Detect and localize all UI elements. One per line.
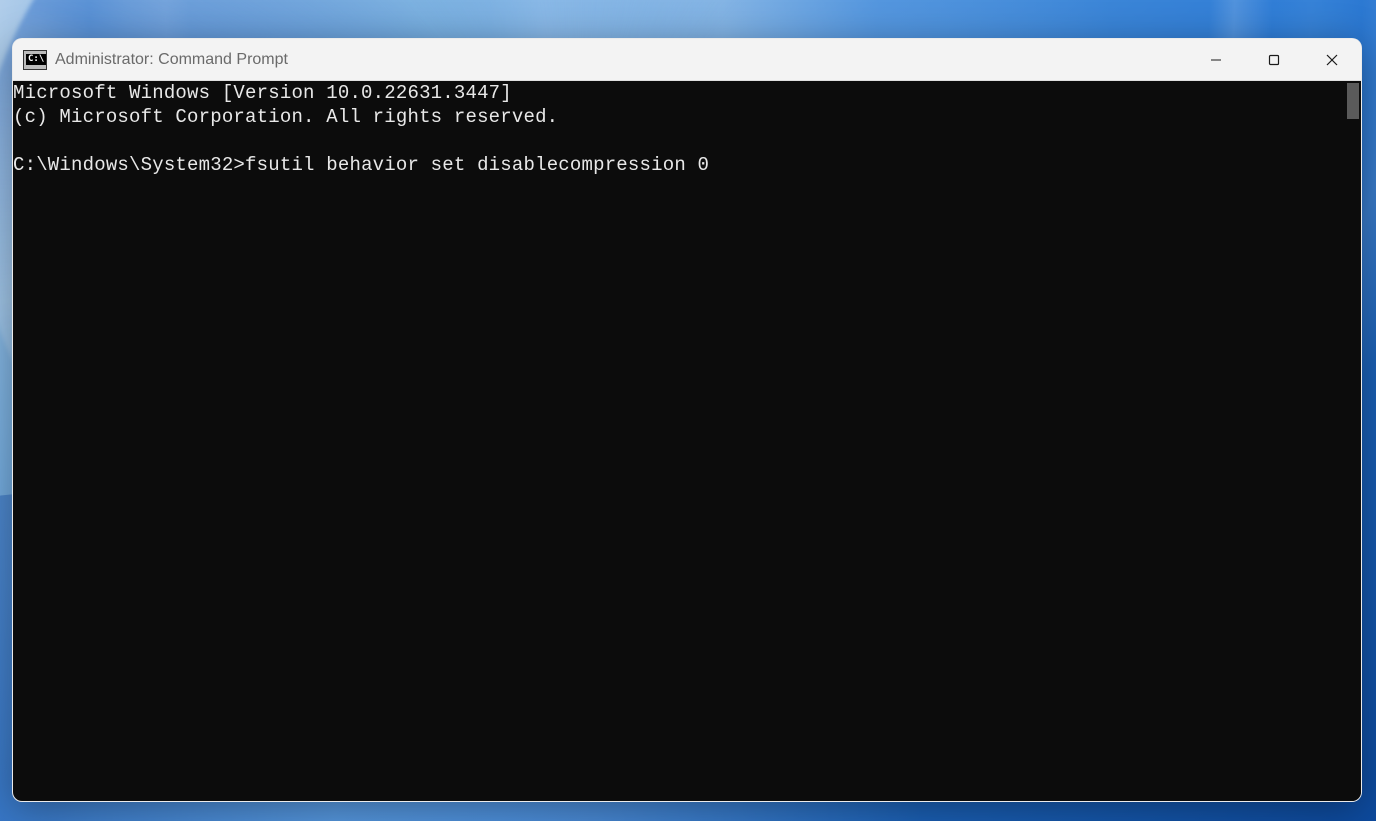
- maximize-button[interactable]: [1245, 39, 1303, 80]
- terminal-output[interactable]: Microsoft Windows [Version 10.0.22631.34…: [13, 81, 1341, 801]
- titlebar[interactable]: C:\ Administrator: Command Prompt: [13, 39, 1361, 81]
- cmd-icon: C:\: [23, 50, 47, 70]
- window-title: Administrator: Command Prompt: [55, 51, 1187, 69]
- prompt-path: C:\Windows\System32>: [13, 154, 245, 176]
- window-controls: [1187, 39, 1361, 80]
- close-button[interactable]: [1303, 39, 1361, 80]
- command-text: fsutil behavior set disablecompression 0: [245, 154, 709, 176]
- copyright-line: (c) Microsoft Corporation. All rights re…: [13, 106, 558, 128]
- terminal-wrapper: Microsoft Windows [Version 10.0.22631.34…: [13, 81, 1361, 801]
- command-prompt-window: C:\ Administrator: Command Prompt Micros…: [12, 38, 1362, 802]
- version-line: Microsoft Windows [Version 10.0.22631.34…: [13, 82, 512, 104]
- minimize-button[interactable]: [1187, 39, 1245, 80]
- scrollbar-thumb[interactable]: [1347, 83, 1359, 119]
- vertical-scrollbar[interactable]: [1341, 81, 1361, 801]
